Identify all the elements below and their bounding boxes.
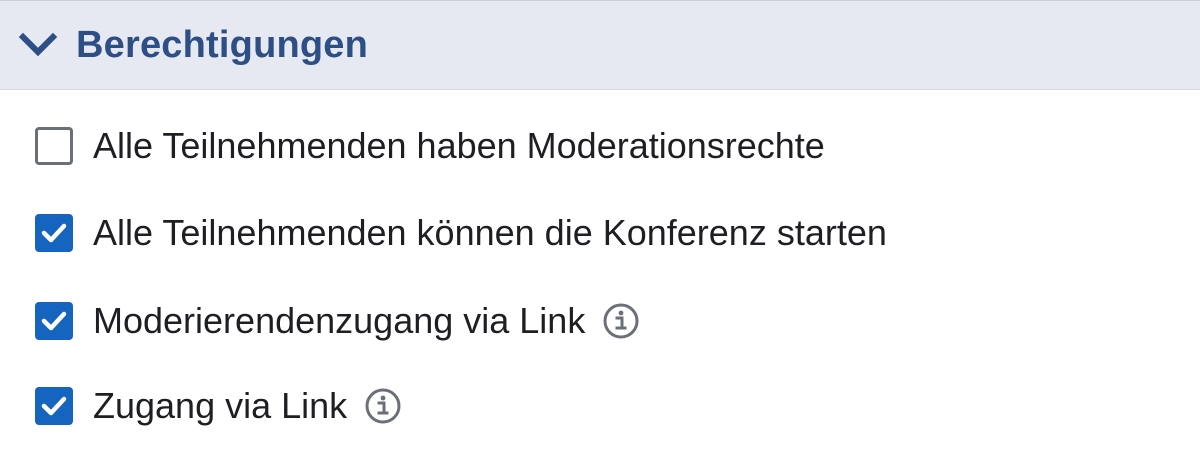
moderator-link-access-checkbox[interactable] bbox=[35, 302, 73, 340]
info-icon[interactable] bbox=[601, 301, 641, 341]
link-access-checkbox[interactable] bbox=[35, 387, 73, 425]
chevron-down-icon[interactable] bbox=[18, 25, 58, 65]
option-moderator-link-access: Moderierendenzugang via Link bbox=[35, 296, 641, 346]
section-title: Berechtigungen bbox=[76, 23, 369, 66]
option-label: Alle Teilnehmenden haben Moderationsrech… bbox=[93, 125, 825, 166]
info-icon[interactable] bbox=[363, 386, 403, 426]
permissions-panel: Berechtigungen Alle Teilnehmenden haben … bbox=[0, 0, 1200, 473]
option-label: Zugang via Link bbox=[93, 385, 348, 426]
checkmark-icon bbox=[41, 223, 67, 243]
option-moderation-rights: Alle Teilnehmenden haben Moderationsrech… bbox=[35, 121, 825, 171]
option-label: Moderierendenzugang via Link bbox=[93, 300, 586, 341]
permissions-section-header[interactable]: Berechtigungen bbox=[0, 1, 1200, 90]
option-label: Alle Teilnehmenden können die Konferenz … bbox=[93, 212, 887, 253]
checkmark-icon bbox=[41, 311, 67, 331]
option-link-access: Zugang via Link bbox=[35, 381, 403, 431]
moderation-rights-checkbox[interactable] bbox=[35, 127, 73, 165]
start-conference-checkbox[interactable] bbox=[35, 214, 73, 252]
checkmark-icon bbox=[41, 396, 67, 416]
option-start-conference: Alle Teilnehmenden können die Konferenz … bbox=[35, 208, 887, 258]
